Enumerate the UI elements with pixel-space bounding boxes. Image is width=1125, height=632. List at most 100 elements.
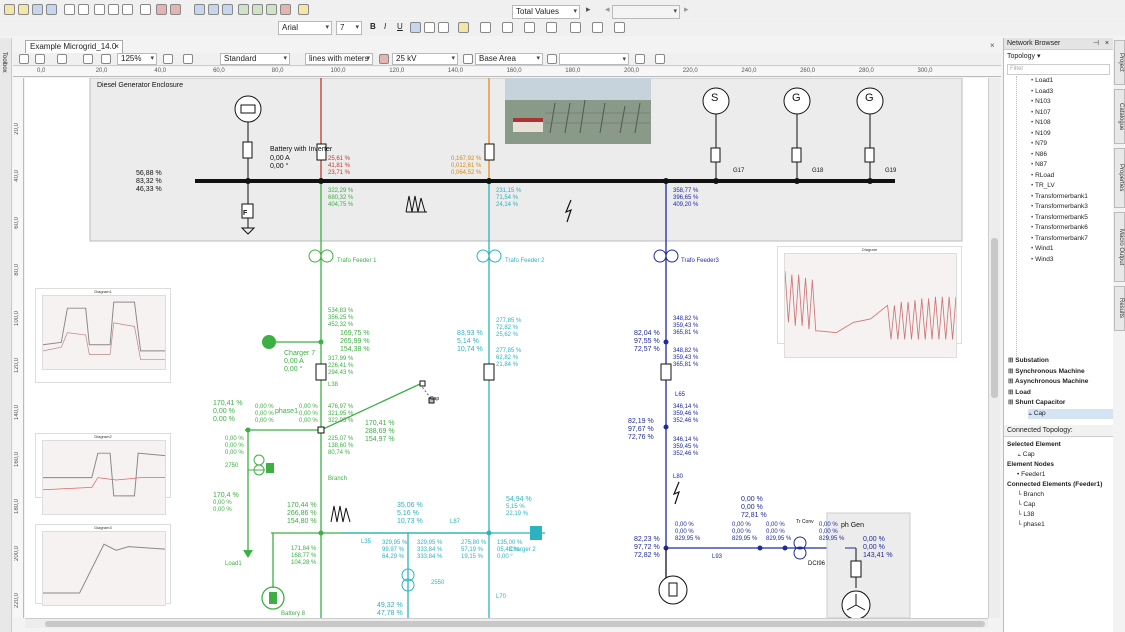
values-mode-select[interactable]: Total Values ▾ <box>512 5 580 19</box>
grid-icon[interactable] <box>208 4 219 15</box>
tree-item[interactable]: • N87 <box>1031 160 1113 171</box>
save-icon[interactable] <box>32 4 43 15</box>
save-all-icon[interactable] <box>46 4 57 15</box>
font-select[interactable]: Arial ▾ <box>278 21 332 35</box>
tree-item[interactable]: • Load3 <box>1031 87 1113 98</box>
grid-snap-icon[interactable] <box>57 54 67 64</box>
breaker-box[interactable] <box>242 141 253 159</box>
align-right-icon[interactable] <box>438 22 449 33</box>
right-rail-tab[interactable]: Properties <box>1114 148 1125 208</box>
tree-group[interactable]: ⊞ Synchronous Machine <box>1008 367 1113 378</box>
orange-breaker[interactable] <box>484 143 495 161</box>
green-node[interactable] <box>245 427 251 433</box>
line-color-icon[interactable] <box>480 22 491 33</box>
connected-item[interactable]: └ Cap <box>1017 500 1110 510</box>
align-center-icon[interactable] <box>424 22 435 33</box>
list-icon[interactable] <box>222 4 233 15</box>
right-rail-tab[interactable]: Macro Output <box>1114 212 1125 282</box>
right-rail-tab[interactable]: Results <box>1114 286 1125 331</box>
tree-item[interactable]: • Transformerbank6 <box>1031 223 1113 234</box>
tree-group[interactable]: ⊞ Load <box>1008 388 1113 399</box>
connected-item[interactable]: └ L38 <box>1017 510 1110 520</box>
vscroll-thumb[interactable] <box>991 238 998 398</box>
graphic-icon[interactable] <box>238 4 249 15</box>
tree-group[interactable]: ⊞ Shunt Capacitor <box>1008 398 1113 409</box>
green-node[interactable] <box>318 339 324 345</box>
trafo-feeder2-symbol[interactable] <box>476 249 490 263</box>
blue-node[interactable] <box>757 545 763 551</box>
charger-symbol[interactable] <box>262 335 276 349</box>
bus-node[interactable] <box>663 178 669 184</box>
gen-breaker[interactable] <box>864 147 875 163</box>
arrow-right-icon[interactable]: ▸ <box>586 4 591 15</box>
tree-item[interactable]: • Transformerbank1 <box>1031 192 1113 203</box>
load1-symbol[interactable] <box>243 550 253 558</box>
connected-item[interactable]: └ Branch <box>1017 490 1110 500</box>
cyan-breaker[interactable] <box>483 363 495 381</box>
connected-item[interactable]: └ phase1 <box>1017 520 1110 530</box>
tree-item[interactable]: • Load1 <box>1031 76 1113 87</box>
run-options-icon[interactable] <box>170 4 181 15</box>
italic-button[interactable]: I <box>384 22 386 31</box>
align-left-icon[interactable] <box>410 22 421 33</box>
font-size-select[interactable]: 7 ▾ <box>336 21 362 35</box>
blue-breaker[interactable] <box>660 363 672 381</box>
blue-node[interactable] <box>663 339 669 345</box>
tree-item[interactable]: • Transformerbank5 <box>1031 213 1113 224</box>
fill-color-icon[interactable] <box>458 22 469 33</box>
tree-item[interactable]: • Transformerbank3 <box>1031 202 1113 213</box>
close-doc-icon[interactable]: × <box>990 41 995 50</box>
voltage-select[interactable]: 25 kV ▾ <box>392 53 458 65</box>
trafo-feeder1-symbol[interactable] <box>308 249 322 263</box>
layer-select[interactable]: ▾ <box>559 53 629 65</box>
zoom-select[interactable]: 125% ▾ <box>117 53 157 65</box>
charger2-symbol[interactable] <box>530 526 542 540</box>
gen-breaker[interactable] <box>710 147 721 163</box>
tree-item[interactable]: • N103 <box>1031 97 1113 108</box>
close-tab-icon[interactable]: × <box>114 41 119 53</box>
tree-item[interactable]: • TR_LV <box>1031 181 1113 192</box>
lightbulb-icon[interactable] <box>298 4 309 15</box>
pv-battery-symbol[interactable] <box>658 575 688 605</box>
green-node[interactable] <box>318 530 324 536</box>
line-style-select[interactable]: lines with meters ▾ <box>305 53 373 65</box>
line-dash-icon[interactable] <box>546 22 557 33</box>
paste-icon[interactable] <box>122 4 133 15</box>
battery-symbol[interactable] <box>234 95 262 123</box>
plot-diagram-2[interactable]: Diagram2 <box>35 433 171 516</box>
chart-icon[interactable] <box>266 4 277 15</box>
cyan-node[interactable] <box>486 530 492 536</box>
cap-handle[interactable] <box>419 380 426 387</box>
table-icon[interactable] <box>194 4 205 15</box>
l38-breaker[interactable] <box>315 363 327 381</box>
clear-format-icon[interactable] <box>614 22 625 33</box>
tree-item[interactable]: • N108 <box>1031 118 1113 129</box>
underline-button[interactable]: U <box>397 22 403 31</box>
select-icon[interactable] <box>35 54 45 64</box>
arrange-icon[interactable] <box>570 22 581 33</box>
copy-icon[interactable] <box>108 4 119 15</box>
print-icon[interactable] <box>78 4 89 15</box>
arrow-left-icon[interactable]: ◂ <box>605 4 610 15</box>
diagram-canvas[interactable]: Diesel Generator Enclosure Battery with … <box>25 78 988 618</box>
right-rail-tab[interactable]: Project <box>1114 40 1125 85</box>
filter-input[interactable]: Filter <box>1007 64 1110 75</box>
horizontal-scrollbar[interactable] <box>25 618 988 628</box>
toolbox-tab[interactable]: Toolbox <box>1 52 7 73</box>
tab-example-microgrid[interactable]: Example Microgrid_14.0 × <box>25 40 123 53</box>
tree-item[interactable]: • Wind1 <box>1031 244 1113 255</box>
line-width-icon[interactable] <box>524 22 535 33</box>
tree-group[interactable]: ⊞ Asynchronous Machine <box>1008 377 1113 388</box>
hscroll-thumb[interactable] <box>45 621 985 627</box>
tree-item[interactable]: • Transformerbank7 <box>1031 234 1113 245</box>
style-select[interactable]: Standard ▾ <box>220 53 290 65</box>
arrow-right2-icon[interactable]: ▸ <box>684 4 689 15</box>
run-icon[interactable] <box>156 4 167 15</box>
stop-icon[interactable] <box>252 4 263 15</box>
align-icon[interactable] <box>163 54 173 64</box>
pointer-icon[interactable] <box>19 54 29 64</box>
new-file-icon[interactable] <box>4 4 15 15</box>
selected-element-item[interactable]: ⫠ Cap <box>1007 450 1110 460</box>
gen-breaker[interactable] <box>791 147 802 163</box>
tree-item[interactable]: • N79 <box>1031 139 1113 150</box>
